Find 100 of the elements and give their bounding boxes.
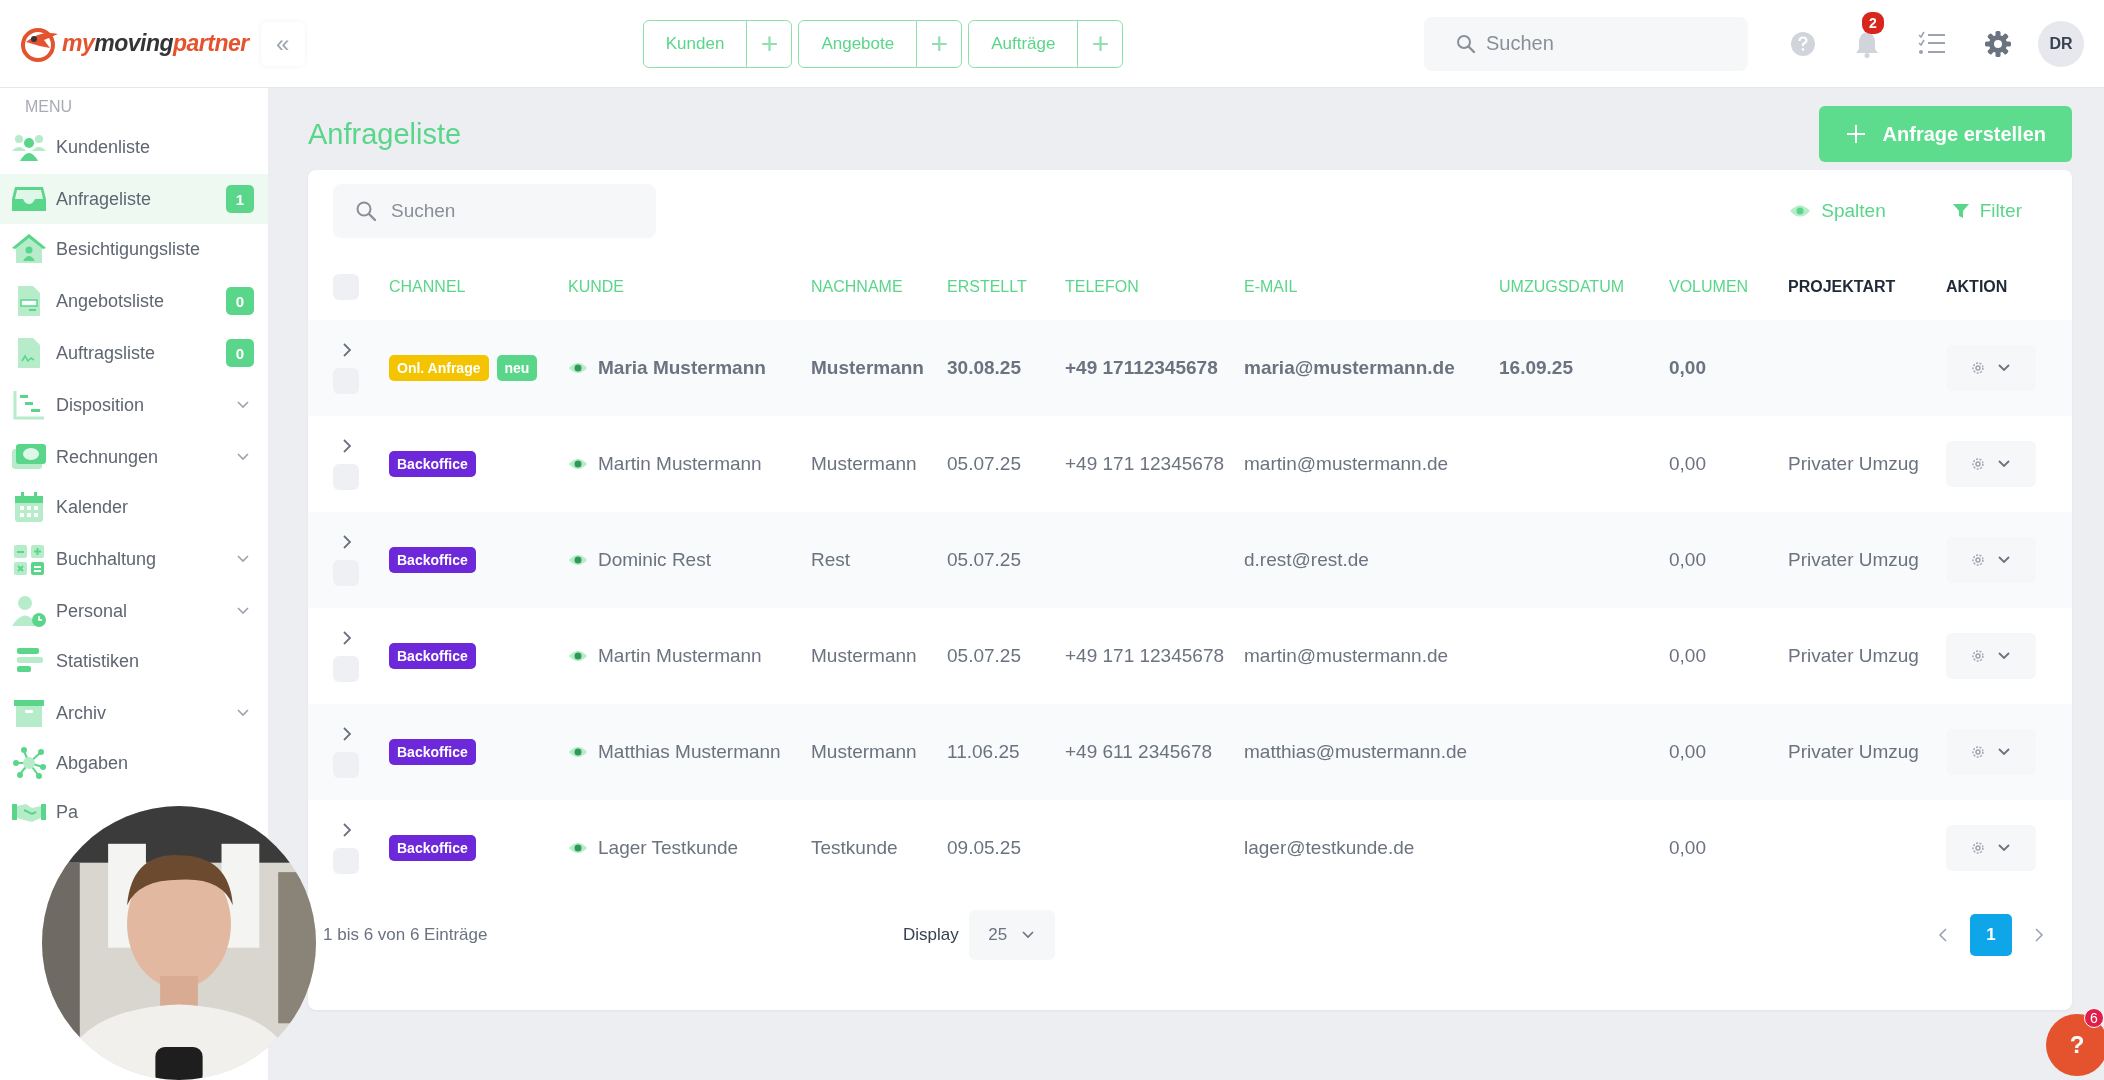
sidebar-item-label: Archiv [56,702,107,724]
created-date: 30.08.25 [947,357,1021,379]
sidebar-item[interactable]: Besichtigungsliste [0,227,215,271]
column-header[interactable]: CHANNEL [389,278,466,296]
calendar-icon [12,491,46,523]
sidebar-item-label: Kundenliste [56,136,151,158]
created-date: 05.07.25 [947,453,1021,475]
chevron-left-icon[interactable] [1938,927,1948,943]
channel-tag: Backoffice [389,451,476,477]
sidebar-item[interactable]: Statistiken [0,639,154,683]
add-button[interactable]: + [747,20,792,67]
entries-summary: 1 bis 6 von 6 Einträge [323,925,489,945]
house-icon [12,233,46,265]
chevron-down-icon [1997,459,2011,469]
bird-logo-icon [20,25,60,62]
menu-heading: MENU [24,98,74,117]
sidebar-item-label: Personal [56,600,129,622]
project-type: Privater Umzug [1788,741,1919,763]
settings-icon [1971,361,1985,375]
email-address: matthias@mustermann.de [1244,741,1468,763]
chevron-right-icon[interactable] [342,438,352,454]
help-icon[interactable] [1790,30,1816,57]
sidebar-item-label: Disposition [56,394,146,416]
chevron-right-icon[interactable] [342,822,352,838]
sidebar-item[interactable]: Angebotsliste 0 [0,276,268,326]
count-badge: 6 [2084,1008,2104,1028]
channel-tag: Onl. Anfrage [389,355,489,381]
chevron-right-icon[interactable] [342,534,352,550]
quick-action-button[interactable]: Angebote [799,20,918,67]
sidebar-item[interactable]: Buchhaltung [0,534,268,584]
table-search-field[interactable]: Suchen [333,184,656,238]
project-type: Privater Umzug [1788,645,1919,667]
eye-icon[interactable] [568,361,588,375]
page-size-dropdown[interactable]: 25 [968,910,1055,960]
sidebar-item[interactable]: Abgaben [0,741,143,785]
chevron-down-icon [1997,363,2011,373]
column-header[interactable]: ERSTELLT [947,278,1027,296]
search-icon [355,200,377,222]
add-button[interactable]: + [1078,20,1123,67]
column-header[interactable]: NACHNAME [811,278,903,296]
row-actions-button[interactable] [1946,441,2036,487]
search-field[interactable]: Suchen [1424,16,1748,71]
row-actions-button[interactable] [1946,825,2036,871]
email-address: lager@testkunde.de [1244,837,1415,859]
sidebar-item-label: Statistiken [56,650,140,672]
eye-icon[interactable] [568,745,588,759]
sidebar-item[interactable]: Anfrageliste 1 [0,174,268,224]
chevron-down-icon [1021,930,1036,940]
settings-icon [1971,457,1985,471]
settings-icon[interactable] [1984,29,2012,58]
row-actions-button[interactable] [1946,633,2036,679]
chevron-right-icon[interactable] [342,342,352,358]
column-header[interactable]: UMZUGSDATUM [1499,278,1625,296]
column-header[interactable]: TELEFON [1065,278,1139,296]
eye-icon[interactable] [568,553,588,567]
sidebar-item-label: Anfrageliste [56,188,153,210]
count-badge: 0 [226,339,254,367]
columns-button[interactable]: Spalten [1789,200,1886,222]
eye-icon [1789,203,1812,219]
sidebar-item[interactable]: Disposition [0,380,268,430]
column-header[interactable]: E-MAIL [1244,278,1298,296]
sidebar-item[interactable]: Archiv [0,688,268,738]
page-button[interactable]: 1 [1970,914,2012,956]
sidebar-item[interactable]: Personal [0,586,268,636]
eye-icon[interactable] [568,649,588,663]
last-name: Mustermann [811,357,924,379]
filter-button[interactable]: Filter [1951,200,2022,222]
sidebar-item-label: Rechnungen [56,446,160,468]
chevron-right-icon[interactable] [342,630,352,646]
column-header: PROJEKTART [1788,278,1896,296]
sidebar-item[interactable]: Kundenliste [0,125,165,169]
sidebar-item[interactable]: Kalender [0,485,143,529]
new-badge: neu [496,355,538,381]
email-address: maria@mustermann.de [1244,357,1455,379]
eye-icon[interactable] [568,841,588,855]
customer-name: Martin Mustermann [598,645,762,667]
create-request-button[interactable]: Anfrage erstellen [1818,106,2072,162]
sidebar-item[interactable]: Rechnungen [0,432,268,482]
add-button[interactable]: + [917,20,962,67]
quick-action-button[interactable]: Aufträge [969,20,1079,67]
checklist-icon[interactable] [1918,30,1946,57]
sidebar-item[interactable]: Pa [0,790,93,834]
user-avatar[interactable]: DR [2038,20,2084,67]
count-badge: 0 [226,287,254,315]
created-date: 11.06.25 [947,741,1020,763]
created-date: 05.07.25 [947,645,1021,667]
quick-action-button[interactable]: Kunden [643,20,748,67]
phone-number: +49 17112345678 [1065,357,1218,379]
count-badge: 1 [226,185,254,213]
phone-number: +49 171 12345678 [1065,453,1225,475]
column-header[interactable]: VOLUMEN [1669,278,1749,296]
notification-count-badge: 2 [1862,11,1884,34]
chevron-right-icon[interactable] [2034,927,2044,943]
eye-icon[interactable] [568,457,588,471]
collapse-sidebar-button[interactable]: « [260,21,305,66]
column-header: AKTION [1946,278,2008,296]
column-header[interactable]: KUNDE [568,278,624,296]
sidebar-item[interactable]: Auftragsliste 0 [0,328,268,378]
chevron-right-icon[interactable] [342,726,352,742]
archive-box-icon [12,697,46,729]
